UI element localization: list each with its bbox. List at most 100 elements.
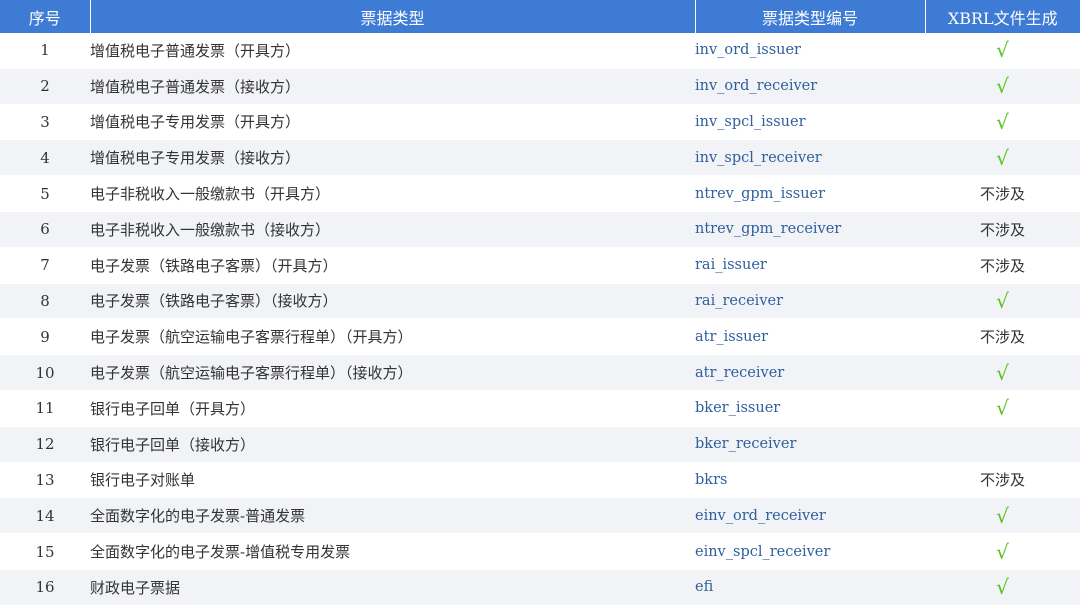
table-row: 3 增值税电子专用发票（开具方） inv_spcl_issuer √	[0, 104, 1080, 141]
xbrl-status-text: 不涉及	[979, 185, 1025, 204]
row-invoice-type: 增值税电子普通发票（接收方）	[90, 68, 695, 105]
row-invoice-type: 电子发票（航空运输电子客票行程单）（接收方）	[90, 354, 695, 391]
xbrl-status-text: 不涉及	[979, 220, 1025, 239]
header-xbrl: XBRL文件生成	[925, 0, 1080, 33]
header-type: 票据类型	[90, 0, 696, 33]
row-type-code: inv_spcl_receiver	[695, 139, 925, 177]
row-type-code: inv_ord_issuer	[695, 33, 925, 69]
table-row: 9 电子发票（航空运输电子客票行程单）（开具方） atr_issuer 不涉及	[0, 318, 1080, 356]
row-invoice-type: 电子发票（铁路电子客票）（开具方）	[90, 247, 695, 284]
row-index: 10	[0, 354, 90, 391]
row-type-code: einv_spcl_receiver	[695, 533, 925, 570]
xbrl-status-text: 不涉及	[979, 471, 1025, 490]
table-row: 7 电子发票（铁路电子客票）（开具方） rai_issuer 不涉及	[0, 247, 1080, 284]
row-invoice-type: 增值税电子专用发票（开具方）	[90, 104, 695, 141]
row-xbrl-status	[925, 426, 1080, 463]
table-header-row: 序号 票据类型 票据类型编号 XBRL文件生成	[0, 0, 1080, 33]
row-xbrl-status: √	[925, 354, 1080, 391]
row-invoice-type: 全面数字化的电子发票-增值税专用发票	[90, 533, 695, 570]
row-type-code: einv_ord_receiver	[695, 497, 925, 535]
row-type-code: atr_receiver	[695, 354, 925, 391]
table-row: 8 电子发票（铁路电子客票）（接收方） rai_receiver √	[0, 283, 1080, 320]
xbrl-status-text: 不涉及	[979, 256, 1025, 275]
row-xbrl-status: √	[925, 104, 1080, 141]
row-index: 8	[0, 283, 90, 320]
row-xbrl-status: 不涉及	[925, 318, 1080, 356]
row-xbrl-status: √	[925, 283, 1080, 320]
checkmark-icon: √	[996, 396, 1009, 421]
row-invoice-type: 银行电子对账单	[90, 462, 695, 499]
row-xbrl-status: √	[925, 533, 1080, 570]
checkmark-icon: √	[996, 503, 1009, 528]
row-invoice-type: 全面数字化的电子发票-普通发票	[90, 497, 695, 535]
row-xbrl-status: 不涉及	[925, 247, 1080, 284]
row-invoice-type: 增值税电子专用发票（接收方）	[90, 139, 695, 177]
table-row: 13 银行电子对账单 bkrs 不涉及	[0, 462, 1080, 499]
row-invoice-type: 电子发票（铁路电子客票）（接收方）	[90, 283, 695, 320]
checkmark-icon: √	[996, 38, 1009, 63]
table-row: 10 电子发票（航空运输电子客票行程单）（接收方） atr_receiver √	[0, 354, 1080, 391]
row-type-code: inv_ord_receiver	[695, 68, 925, 105]
row-type-code: atr_issuer	[695, 318, 925, 356]
table-row: 14 全面数字化的电子发票-普通发票 einv_ord_receiver √	[0, 497, 1080, 535]
row-index: 1	[0, 33, 90, 69]
row-index: 4	[0, 139, 90, 177]
xbrl-status-text: 不涉及	[979, 328, 1025, 347]
row-type-code: bker_receiver	[695, 426, 925, 463]
checkmark-icon: √	[996, 360, 1009, 385]
row-xbrl-status: √	[925, 139, 1080, 177]
table-row: 1 增值税电子普通发票（开具方） inv_ord_issuer √	[0, 33, 1080, 69]
table-row: 5 电子非税收入一般缴款书（开具方） ntrev_gpm_issuer 不涉及	[0, 175, 1080, 212]
row-type-code: bkrs	[695, 462, 925, 499]
row-index: 6	[0, 211, 90, 248]
row-index: 3	[0, 104, 90, 141]
table-row: 4 增值税电子专用发票（接收方） inv_spcl_receiver √	[0, 139, 1080, 177]
table-row: 2 增值税电子普通发票（接收方） inv_ord_receiver √	[0, 68, 1080, 105]
row-index: 13	[0, 462, 90, 499]
row-index: 12	[0, 426, 90, 463]
row-xbrl-status: 不涉及	[925, 462, 1080, 499]
row-type-code: ntrev_gpm_issuer	[695, 175, 925, 212]
row-xbrl-status: √	[925, 68, 1080, 105]
checkmark-icon: √	[996, 109, 1009, 134]
row-xbrl-status: 不涉及	[925, 175, 1080, 212]
table-row: 11 银行电子回单（开具方） bker_issuer √	[0, 390, 1080, 427]
row-xbrl-status: √	[925, 390, 1080, 427]
checkmark-icon: √	[996, 575, 1009, 600]
row-index: 14	[0, 497, 90, 535]
checkmark-icon: √	[996, 539, 1009, 564]
row-invoice-type: 电子非税收入一般缴款书（开具方）	[90, 175, 695, 212]
checkmark-icon: √	[996, 288, 1009, 313]
row-xbrl-status: √	[925, 569, 1080, 606]
row-type-code: bker_issuer	[695, 390, 925, 427]
invoice-type-table: 序号 票据类型 票据类型编号 XBRL文件生成 1 增值税电子普通发票（开具方） i…	[0, 0, 1080, 606]
table-row: 16 财政电子票据 efi √	[0, 569, 1080, 606]
row-type-code: rai_receiver	[695, 283, 925, 320]
row-index: 9	[0, 318, 90, 356]
row-index: 2	[0, 68, 90, 105]
row-index: 15	[0, 533, 90, 570]
row-index: 5	[0, 175, 90, 212]
row-type-code: rai_issuer	[695, 247, 925, 284]
row-invoice-type: 增值税电子普通发票（开具方）	[90, 33, 695, 69]
checkmark-icon: √	[996, 145, 1009, 170]
row-invoice-type: 银行电子回单（开具方）	[90, 390, 695, 427]
header-code: 票据类型编号	[695, 0, 926, 33]
table-row: 12 银行电子回单（接收方） bker_receiver	[0, 426, 1080, 463]
row-xbrl-status: √	[925, 497, 1080, 535]
row-xbrl-status: 不涉及	[925, 211, 1080, 248]
table-row: 15 全面数字化的电子发票-增值税专用发票 einv_spcl_receiver √	[0, 533, 1080, 570]
checkmark-icon: √	[996, 74, 1009, 99]
row-invoice-type: 电子非税收入一般缴款书（接收方）	[90, 211, 695, 248]
row-xbrl-status: √	[925, 33, 1080, 69]
row-invoice-type: 财政电子票据	[90, 569, 695, 606]
header-index: 序号	[0, 0, 91, 33]
row-invoice-type: 电子发票（航空运输电子客票行程单）（开具方）	[90, 318, 695, 356]
table-row: 6 电子非税收入一般缴款书（接收方） ntrev_gpm_receiver 不涉及	[0, 211, 1080, 248]
row-index: 11	[0, 390, 90, 427]
row-type-code: efi	[695, 569, 925, 606]
row-index: 7	[0, 247, 90, 284]
row-type-code: ntrev_gpm_receiver	[695, 211, 925, 248]
row-invoice-type: 银行电子回单（接收方）	[90, 426, 695, 463]
row-index: 16	[0, 569, 90, 606]
